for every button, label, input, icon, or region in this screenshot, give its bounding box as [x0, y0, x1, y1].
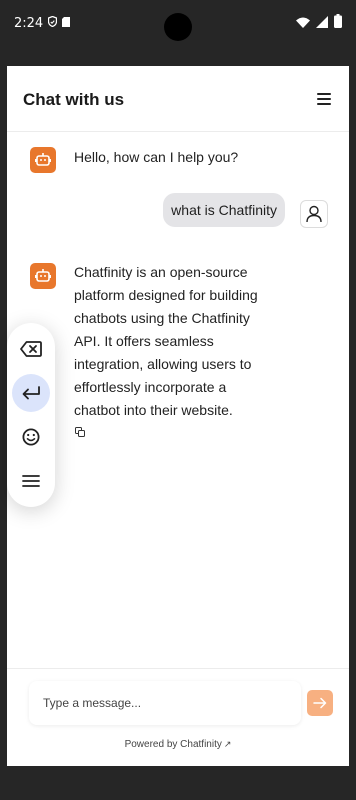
copy-icon[interactable] — [75, 424, 85, 437]
navigation-bar — [0, 766, 356, 800]
bot-message: Hello, how can I help you? — [74, 149, 239, 165]
camera-cutout — [164, 13, 192, 41]
status-left: 2:24 — [14, 15, 71, 31]
emoji-icon[interactable] — [12, 418, 50, 456]
message-line: Chatfinity is an open-source — [74, 264, 248, 280]
chat-footer: Powered by Chatfinity↗ — [7, 668, 349, 766]
shield-icon — [48, 15, 58, 31]
powered-by-label[interactable]: Powered by Chatfinity — [125, 739, 222, 750]
backspace-icon[interactable] — [12, 330, 50, 368]
message-line: API. It offers seamless — [74, 333, 214, 349]
signal-icon — [316, 15, 328, 33]
status-right — [296, 14, 342, 33]
menu-icon[interactable] — [12, 462, 50, 500]
message-line: effortlessly incorporate a — [74, 379, 227, 395]
enter-icon[interactable] — [12, 374, 50, 412]
battery-icon — [334, 14, 342, 33]
message-input-wrapper — [29, 681, 301, 725]
bot-message: Chatfinity is an open-source platform de… — [74, 261, 258, 422]
user-message-bubble: what is Chatfinity — [163, 193, 285, 227]
page-title: Chat with us — [23, 90, 125, 109]
arrow-right-icon — [313, 697, 327, 709]
message-line: platform designed for building — [74, 287, 258, 303]
powered-by[interactable]: Powered by Chatfinity ↗ — [7, 739, 349, 750]
wifi-icon — [296, 15, 310, 33]
message-line: integration, allowing users to — [74, 356, 252, 372]
send-button[interactable] — [307, 690, 333, 716]
chat-screen: Chat with us Hello, how can I help you? … — [7, 66, 349, 766]
sd-card-icon — [62, 16, 71, 31]
external-link-icon: ↗ — [223, 739, 232, 749]
message-line: chatbots using the Chatfinity — [74, 310, 250, 326]
status-time: 2:24 — [14, 16, 44, 31]
status-bar: 2:24 — [0, 0, 356, 62]
message-line: chatbot into their website. — [74, 402, 233, 418]
robot-icon — [30, 263, 56, 289]
chat-header: Chat with us — [7, 66, 349, 132]
floating-keyboard-toolbar — [7, 323, 55, 507]
user-icon — [300, 200, 328, 228]
hamburger-menu-icon[interactable] — [317, 93, 331, 105]
message-input[interactable] — [29, 681, 301, 725]
robot-icon — [30, 147, 56, 173]
